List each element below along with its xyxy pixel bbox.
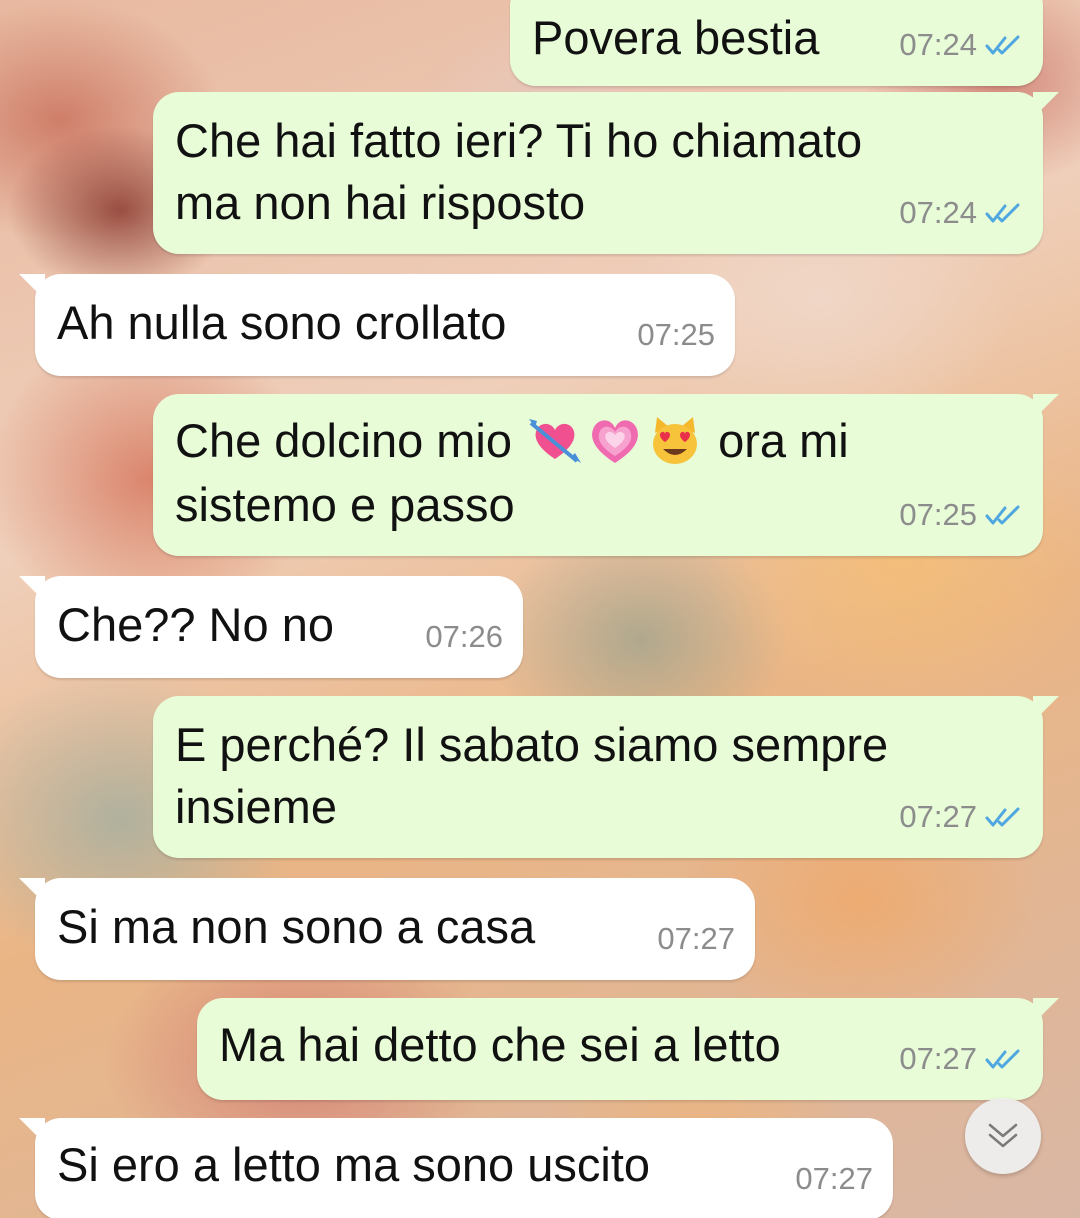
chat-screen: Povera bestia 07:24 Che hai fatto ieri? … <box>0 0 1080 1218</box>
message-text: Ma hai detto che sei a letto <box>219 1018 781 1071</box>
message-text-line-2: insieme <box>175 780 337 833</box>
message-meta: 07:27 <box>657 908 735 970</box>
bubble-tail <box>1033 998 1059 1024</box>
message-meta: 07:24 <box>899 14 1023 76</box>
growing-heart-emoji-icon <box>592 419 639 463</box>
message-bubble-incoming[interactable]: Si ero a letto ma sono uscito 07:27 <box>19 1118 893 1218</box>
message-meta: 07:27 <box>899 1028 1023 1090</box>
message-meta: 07:25 <box>637 304 715 366</box>
read-ticks-icon <box>985 1049 1020 1069</box>
message-bubble-incoming[interactable]: Ah nulla sono crollato 07:25 <box>19 274 735 376</box>
message-text-line-2: ma non hai risposto <box>175 176 586 229</box>
bubble-tail <box>19 576 45 602</box>
message-text-end: ora mi <box>705 414 849 467</box>
message-meta: 07:25 <box>899 484 1023 546</box>
message-bubble-outgoing[interactable]: Povera bestia 07:24 <box>510 0 1043 86</box>
message-time: 07:25 <box>637 317 715 352</box>
message-text: Si ma non sono a casa <box>57 900 536 953</box>
message-bubble-outgoing[interactable]: Ma hai detto che sei a letto 07:27 <box>197 998 1059 1100</box>
message-bubble-outgoing[interactable]: Che dolcino mio ora mi sistemo e passo 0… <box>153 394 1059 556</box>
message-text-line-1: Che dolcino mio ora mi <box>175 410 849 473</box>
double-chevron-down-icon <box>988 1123 1018 1148</box>
message-text-line-1: Che hai fatto ieri? Ti ho chiamato <box>175 114 863 167</box>
message-time: 07:24 <box>899 195 977 230</box>
message-meta: 07:27 <box>795 1148 873 1210</box>
message-time: 07:27 <box>899 1041 977 1076</box>
bubble-tail <box>19 1118 45 1144</box>
read-ticks-icon <box>985 35 1020 55</box>
scroll-to-bottom-button[interactable] <box>965 1098 1041 1174</box>
smiling-cat-heart-eyes-emoji-icon <box>653 416 698 464</box>
message-text: Si ero a letto ma sono uscito <box>57 1138 651 1191</box>
message-text: Ah nulla sono crollato <box>57 296 507 349</box>
message-text: Povera bestia <box>532 11 820 64</box>
message-meta: 07:27 <box>899 786 1023 848</box>
read-ticks-icon <box>985 807 1020 827</box>
bubble-tail <box>1033 92 1059 118</box>
message-text-line-2: sistemo e passo <box>175 478 515 531</box>
message-time: 07:26 <box>425 619 503 654</box>
message-bubble-incoming[interactable]: Si ma non sono a casa 07:27 <box>19 878 755 980</box>
message-meta: 07:24 <box>899 182 1023 244</box>
message-text: Che?? No no <box>57 598 334 651</box>
message-time: 07:24 <box>899 27 977 62</box>
bubble-tail <box>19 878 45 904</box>
message-meta: 07:26 <box>425 606 503 668</box>
message-time: 07:27 <box>795 1161 873 1196</box>
message-time: 07:27 <box>657 921 735 956</box>
bubble-tail <box>19 274 45 300</box>
message-bubble-incoming[interactable]: Che?? No no 07:26 <box>19 576 523 678</box>
message-bubble-outgoing[interactable]: Che hai fatto ieri? Ti ho chiamato ma no… <box>153 92 1059 254</box>
message-bubble-outgoing[interactable]: E perché? Il sabato siamo sempre insieme… <box>153 696 1059 858</box>
message-text-line-1: E perché? Il sabato siamo sempre <box>175 718 889 771</box>
heart-with-arrow-emoji-icon <box>529 418 582 463</box>
read-ticks-icon <box>985 505 1020 525</box>
read-ticks-icon <box>985 203 1020 223</box>
message-time: 07:27 <box>899 799 977 834</box>
bubble-tail <box>1033 696 1059 722</box>
bubble-tail <box>1033 394 1059 420</box>
message-text-start: Che dolcino mio <box>175 414 526 467</box>
message-time: 07:25 <box>899 497 977 532</box>
